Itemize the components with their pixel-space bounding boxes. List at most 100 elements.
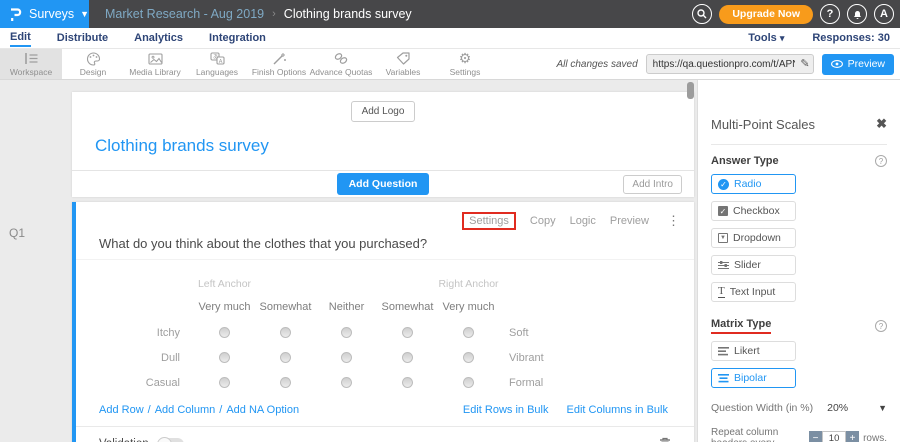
- svg-text:あ: あ: [213, 54, 219, 61]
- decrement-button[interactable]: −: [809, 431, 822, 442]
- answer-type-dropdown[interactable]: ▼ Dropdown: [711, 228, 796, 248]
- canvas-scrollbar[interactable]: [687, 82, 694, 202]
- notifications-bell-icon[interactable]: [847, 4, 867, 24]
- repeat-headers-label: Repeat column headers every: [711, 427, 803, 442]
- add-na-option-link[interactable]: Add NA Option: [226, 404, 299, 416]
- toolbar-item-advance-quotas[interactable]: Advance Quotas: [310, 49, 372, 79]
- panel-title: Multi-Point Scales: [711, 117, 815, 132]
- slider-icon: [718, 261, 729, 270]
- svg-text:A: A: [218, 59, 222, 65]
- question-settings-link[interactable]: Settings: [462, 212, 516, 230]
- column-header: Very much: [194, 294, 255, 320]
- add-column-link[interactable]: Add Column: [155, 404, 216, 416]
- radio-button[interactable]: [341, 352, 352, 363]
- repeat-headers-suffix: rows.: [863, 433, 887, 442]
- tab-edit[interactable]: Edit: [10, 29, 31, 47]
- radio-button[interactable]: [402, 327, 413, 338]
- preview-button[interactable]: Preview: [822, 54, 894, 75]
- edit-rows-in-bulk-link[interactable]: Edit Rows in Bulk: [463, 404, 549, 416]
- breadcrumb-survey: Clothing brands survey: [284, 7, 412, 21]
- tab-analytics[interactable]: Analytics: [134, 30, 183, 46]
- add-intro-button[interactable]: Add Intro: [623, 175, 682, 194]
- eye-icon: [831, 60, 843, 68]
- chevron-down-icon: ▾: [780, 33, 785, 43]
- toolbar-item-finish-options[interactable]: Finish Options: [248, 49, 310, 79]
- chevron-down-icon[interactable]: ▼: [878, 403, 887, 413]
- survey-title[interactable]: Clothing brands survey: [72, 122, 694, 170]
- question-width-setting[interactable]: Question Width (in %) 20% ▼: [711, 402, 887, 414]
- radio-button[interactable]: [219, 327, 230, 338]
- toolbar-item-variables[interactable]: Variables: [372, 49, 434, 79]
- toolbar-item-media-library[interactable]: Media Library: [124, 49, 186, 79]
- column-header: Somewhat: [377, 294, 438, 320]
- matrix-type-label: Matrix Type: [711, 318, 771, 334]
- responses-count[interactable]: Responses: 30: [812, 32, 890, 44]
- languages-icon: あA: [210, 51, 225, 66]
- question-copy-link[interactable]: Copy: [530, 215, 556, 227]
- delete-question-trash-icon[interactable]: [659, 437, 671, 442]
- help-button[interactable]: ?: [820, 4, 840, 24]
- radio-button[interactable]: [341, 377, 352, 388]
- help-icon[interactable]: ?: [875, 320, 887, 332]
- question-card: Settings Copy Logic Preview ⋮ What do yo…: [72, 202, 694, 442]
- edit-columns-in-bulk-link[interactable]: Edit Columns in Bulk: [567, 404, 669, 416]
- question-settings-panel: Multi-Point Scales ✖ Answer Type ? ✓ Rad…: [697, 80, 900, 442]
- answer-type-checkbox[interactable]: ✓ Checkbox: [711, 201, 796, 221]
- radio-button[interactable]: [463, 352, 474, 363]
- radio-button[interactable]: [280, 327, 291, 338]
- radio-button[interactable]: [463, 327, 474, 338]
- radio-button[interactable]: [219, 352, 230, 363]
- increment-button[interactable]: +: [846, 431, 859, 442]
- survey-canvas: Add Logo Clothing brands survey Add Ques…: [72, 92, 694, 442]
- toolbar-item-workspace[interactable]: Workspace: [0, 49, 62, 79]
- advance-quotas-links-icon: [333, 51, 349, 66]
- repeat-headers-stepper: − 10 +: [809, 431, 859, 442]
- tools-menu[interactable]: Tools ▾: [748, 32, 784, 44]
- close-icon[interactable]: ✖: [876, 116, 887, 132]
- repeat-headers-value[interactable]: 10: [822, 431, 846, 442]
- add-question-button[interactable]: Add Question: [337, 173, 430, 195]
- survey-url-input[interactable]: [646, 54, 814, 74]
- question-logic-link[interactable]: Logic: [570, 215, 596, 227]
- validation-toggle[interactable]: [157, 438, 184, 442]
- answer-type-label: Answer Type: [711, 155, 779, 167]
- main-area: Q1 Add Logo Clothing brands survey Add Q…: [0, 80, 900, 442]
- radio-button[interactable]: [280, 377, 291, 388]
- settings-gear-icon: ⚙: [459, 51, 472, 66]
- matrix-type-bipolar[interactable]: Bipolar: [711, 368, 796, 388]
- radio-button[interactable]: [219, 377, 230, 388]
- radio-button[interactable]: [402, 377, 413, 388]
- radio-button[interactable]: [402, 352, 413, 363]
- answer-type-slider[interactable]: Slider: [711, 255, 796, 275]
- radio-button[interactable]: [463, 377, 474, 388]
- questionpro-logo-icon: [8, 6, 23, 22]
- column-header: Very much: [438, 294, 499, 320]
- question-text[interactable]: What do you think about the clothes that…: [76, 202, 694, 260]
- breadcrumb-folder[interactable]: Market Research - Aug 2019: [105, 7, 264, 21]
- row-right-label: Vibrant: [499, 345, 589, 370]
- surveys-menu[interactable]: Surveys ▼: [0, 0, 89, 28]
- tab-integration[interactable]: Integration: [209, 30, 266, 46]
- avatar[interactable]: A: [874, 4, 894, 24]
- toolbar-item-settings[interactable]: ⚙ Settings: [434, 49, 496, 79]
- answer-type-radio[interactable]: ✓ Radio: [711, 174, 796, 194]
- row-left-label: Dull: [99, 345, 194, 370]
- upgrade-now-button[interactable]: Upgrade Now: [719, 5, 813, 24]
- search-icon[interactable]: [692, 4, 712, 24]
- tab-distribute[interactable]: Distribute: [57, 30, 108, 46]
- answer-type-text-input[interactable]: T Text Input: [711, 282, 796, 302]
- matrix-grid: Left Anchor Right Anchor Very much Somew…: [99, 274, 694, 395]
- radio-button[interactable]: [341, 327, 352, 338]
- question-preview-link[interactable]: Preview: [610, 215, 649, 227]
- more-options-icon[interactable]: ⋮: [667, 213, 680, 229]
- add-logo-button[interactable]: Add Logo: [351, 101, 416, 122]
- save-status: All changes saved: [556, 59, 637, 70]
- radio-button[interactable]: [280, 352, 291, 363]
- toolbar-item-languages[interactable]: あA Languages: [186, 49, 248, 79]
- toolbar-item-design[interactable]: Design: [62, 49, 124, 79]
- help-icon[interactable]: ?: [875, 155, 887, 167]
- edit-url-pencil-icon[interactable]: ✎: [800, 57, 809, 70]
- chevron-down-icon: ▼: [80, 10, 89, 19]
- add-row-link[interactable]: Add Row: [99, 404, 144, 416]
- matrix-type-likert[interactable]: Likert: [711, 341, 796, 361]
